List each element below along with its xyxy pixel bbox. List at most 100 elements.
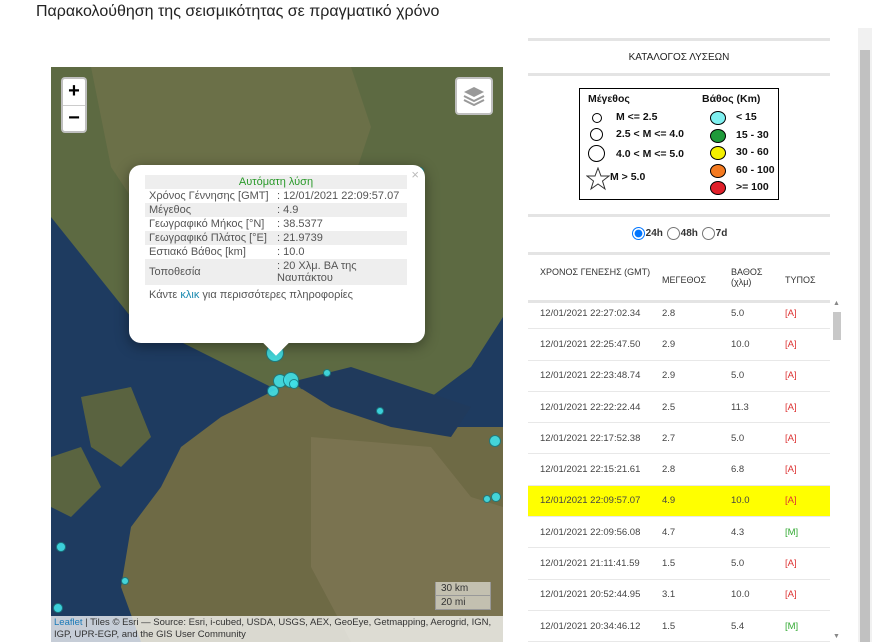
- table-row[interactable]: 12/01/2021 22:23:48.74 2.9 5.0 [A]: [528, 361, 830, 392]
- earthquake-marker[interactable]: [376, 407, 384, 415]
- cell-time: 12/01/2021 22:09:56.08: [540, 526, 641, 538]
- cell-magnitude: 3.1: [662, 589, 676, 601]
- map-attribution: Leaflet | Tiles © Esri — Source: Esri, i…: [51, 616, 503, 642]
- popup-value: : 10.0: [277, 246, 305, 258]
- cell-magnitude: 2.9: [662, 370, 676, 382]
- popup-value: : 21.9739: [273, 231, 407, 245]
- cell-depth: 5.0: [731, 432, 745, 444]
- cell-type: [A]: [785, 589, 797, 601]
- layers-button[interactable]: [455, 77, 493, 115]
- legend-size: 4.0 < M <= 5.0: [616, 148, 685, 160]
- star-icon: [586, 167, 610, 191]
- cell-depth: 5.0: [731, 370, 745, 382]
- cell-time: 12/01/2021 22:15:21.61: [540, 464, 641, 476]
- cell-time: 12/01/2021 22:09:57.07: [540, 495, 641, 507]
- depth-color-icon: [710, 128, 726, 143]
- cell-depth: 10.0: [731, 495, 750, 507]
- earthquake-marker[interactable]: [53, 603, 63, 613]
- table-scrollbar[interactable]: ▲ ▼: [832, 298, 842, 642]
- popup-value: : 4.9: [273, 203, 407, 217]
- cell-magnitude: 4.7: [662, 526, 676, 538]
- popup-value: : 38.5377: [277, 218, 323, 230]
- cell-time: 12/01/2021 20:52:44.95: [540, 589, 641, 601]
- earthquake-marker[interactable]: [489, 435, 501, 447]
- radio-24h[interactable]: [631, 227, 645, 240]
- events-table: 12/01/2021 22:27:02.34 2.8 5.0 [A] 12/01/202…: [528, 298, 842, 642]
- column-type[interactable]: ΤΥΠΟΣ: [785, 267, 825, 290]
- cell-type: [A]: [785, 401, 797, 413]
- close-icon[interactable]: ×: [411, 167, 419, 182]
- popup-value: : 20 Χλμ. ΒΑ της Ναυπάκτου: [273, 259, 407, 285]
- table-row[interactable]: 12/01/2021 22:09:56.08 4.7 4.3 [M]: [528, 517, 830, 549]
- table-row[interactable]: 12/01/2021 22:15:21.61 2.8 6.8 [A]: [528, 454, 830, 486]
- legend-depth-title: Βάθος (Km): [702, 93, 761, 105]
- cell-magnitude: 1.5: [662, 558, 676, 570]
- catalog-title: ΚΑΤΑΛΟΓΟΣ ΛΥΣΕΩΝ: [628, 52, 730, 63]
- seismic-map[interactable]: + − × Αυτόματη λύση Χρόνος Γέννησης [GMT…: [51, 67, 503, 642]
- popup-label: Γεωγραφικό Μήκος [°N]: [149, 218, 265, 230]
- leaflet-link[interactable]: Leaflet: [54, 617, 83, 628]
- earthquake-marker[interactable]: [483, 495, 491, 503]
- zoom-control: + −: [61, 77, 87, 133]
- legend-size: M > 5.0: [610, 171, 646, 183]
- more-info-link[interactable]: κλικ: [180, 289, 199, 301]
- cell-magnitude: 2.8: [662, 307, 676, 319]
- cell-time: 12/01/2021 22:25:47.50: [540, 338, 641, 350]
- popup-label: Μέγεθος: [145, 203, 273, 217]
- cell-depth: 10.0: [731, 338, 750, 350]
- popup-label: Τοποθεσία: [145, 259, 273, 285]
- earthquake-marker[interactable]: [121, 577, 129, 585]
- column-magnitude[interactable]: ΜΕΓΕΘΟΣ: [662, 267, 731, 290]
- cell-time: 12/01/2021 22:23:48.74: [540, 370, 641, 382]
- depth-color-icon: [710, 163, 726, 178]
- depth-color-icon: [710, 181, 726, 195]
- cell-type: [A]: [785, 307, 797, 319]
- table-row[interactable]: 12/01/2021 22:17:52.38 2.7 5.0 [A]: [528, 423, 830, 455]
- popup-header: Αυτόματη λύση: [145, 175, 407, 189]
- scale-mi: 20 mi: [435, 596, 491, 610]
- time-range-selector: 24h 48h 7d: [528, 217, 830, 252]
- table-row[interactable]: 12/01/2021 20:34:46.12 1.5 5.4 [M]: [528, 611, 830, 642]
- zoom-out-button[interactable]: −: [63, 105, 85, 131]
- page-title: Παρακολούθηση της σεισμικότητας σε πραγμ…: [36, 3, 440, 20]
- radio-7d[interactable]: [701, 227, 715, 240]
- cell-time: 12/01/2021 20:34:46.12: [540, 620, 641, 632]
- column-time[interactable]: ΧΡΟΝΟΣ ΓΕΝΕΣΗΣ (GMT): [540, 267, 662, 290]
- column-depth[interactable]: ΒΑΘΟΣ (χλμ): [731, 267, 785, 290]
- layers-icon: [463, 87, 485, 107]
- legend-depth: 30 - 60: [736, 146, 769, 158]
- table-row[interactable]: 12/01/2021 21:11:41.59 1.5 5.0 [A]: [528, 548, 830, 580]
- zoom-in-button[interactable]: +: [63, 79, 85, 105]
- table-row[interactable]: 12/01/2021 22:22:22.44 2.5 11.3 [A]: [528, 392, 830, 424]
- cell-time: 12/01/2021 22:17:52.38: [540, 432, 641, 444]
- earthquake-marker[interactable]: [267, 385, 279, 397]
- earthquake-marker[interactable]: [323, 369, 331, 377]
- cell-magnitude: 2.7: [662, 432, 676, 444]
- earthquake-marker[interactable]: [289, 379, 299, 389]
- legend-size-title: Μέγεθος: [588, 93, 630, 105]
- radio-48h[interactable]: [666, 227, 680, 240]
- cell-type: [A]: [785, 338, 797, 350]
- popup-value: : 12/01/2021 22:09:57.07: [277, 190, 400, 202]
- legend-depth: < 15: [736, 111, 757, 123]
- earthquake-marker[interactable]: [491, 492, 501, 502]
- cell-magnitude: 2.9: [662, 338, 676, 350]
- table-row[interactable]: 12/01/2021 20:52:44.95 3.1 10.0 [A]: [528, 580, 830, 611]
- legend-size: 2.5 < M <= 4.0: [616, 128, 685, 140]
- table-row[interactable]: 12/01/2021 22:09:57.07 4.9 10.0 [A]: [528, 485, 830, 518]
- table-row[interactable]: 12/01/2021 22:25:47.50 2.9 10.0 [A]: [528, 329, 830, 361]
- popup-label: Χρόνος Γέννησης [GMT]: [149, 190, 269, 202]
- depth-color-icon: [710, 146, 726, 160]
- popup-label: Εστιακό Βάθος [km]: [149, 246, 246, 258]
- table-row[interactable]: 12/01/2021 22:27:02.34 2.8 5.0 [A]: [528, 298, 830, 330]
- cell-time: 12/01/2021 21:11:41.59: [540, 558, 640, 570]
- earthquake-marker[interactable]: [56, 542, 66, 552]
- page-scrollbar[interactable]: [858, 28, 872, 642]
- legend: Μέγεθος M <= 2.5 2.5 < M <= 4.0 4.0 < M …: [579, 88, 779, 200]
- cell-depth: 11.3: [731, 401, 749, 413]
- cell-magnitude: 4.9: [662, 495, 676, 507]
- legend-size: M <= 2.5: [616, 111, 658, 123]
- cell-magnitude: 2.5: [662, 401, 676, 413]
- earthquake-popup: × Αυτόματη λύση Χρόνος Γέννησης [GMT] : 1…: [129, 165, 425, 356]
- cell-type: [A]: [785, 370, 797, 382]
